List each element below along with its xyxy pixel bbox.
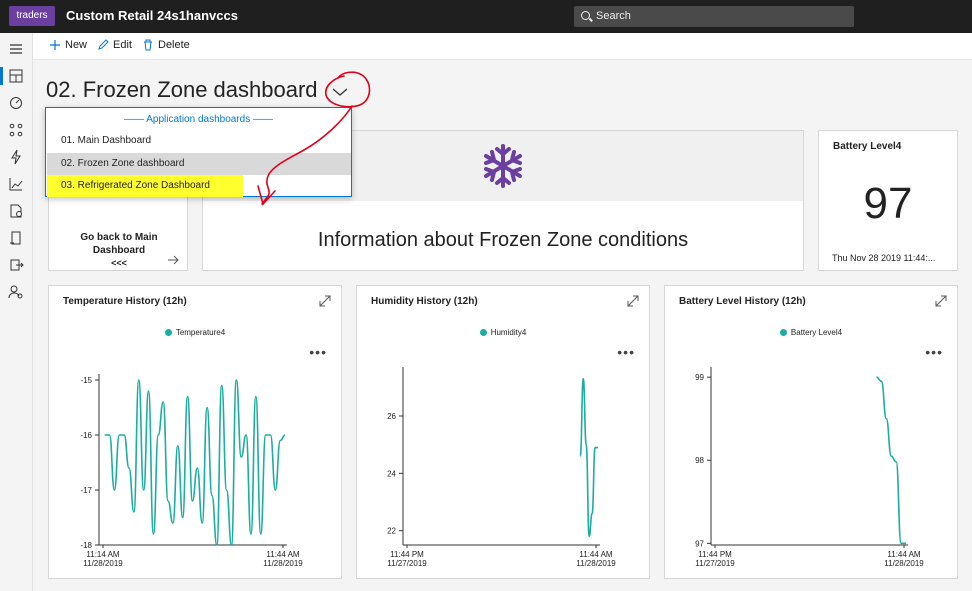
x-tick-label: 11:14 AM [86,550,120,559]
delete-button[interactable]: Delete [142,39,190,51]
rules-icon[interactable] [8,149,24,165]
x-tick-label: 11:44 PM [698,550,732,559]
left-nav-rail [0,33,33,591]
device-groups-icon[interactable] [8,122,24,138]
temperature-chart-tile[interactable]: Temperature History (12h) Temperature4 •… [48,285,342,579]
dashboard-dropdown: —— Application dashboards —— 01. Main Da… [45,107,352,197]
battery-kpi-tile[interactable]: Battery Level4 97 Thu Nov 28 2019 11:44:… [818,130,958,271]
command-bar: New Edit Delete [33,33,972,60]
x-tick-label: 11/28/2019 [884,559,924,568]
series-line [579,377,599,538]
battery-kpi-title: Battery Level4 [833,141,902,152]
go-back-tile[interactable]: Go back to Main Dashboard <<< [48,188,188,271]
x-tick-label: 11/28/2019 [263,559,303,568]
delete-label: Delete [158,39,190,51]
x-tick-label: 11:44 AM [887,550,921,559]
x-tick-label: 11:44 AM [579,550,613,559]
go-back-label: Go back to Main Dashboard [80,232,158,256]
info-text: Information about Frozen Zone conditions [317,229,689,251]
administration-icon[interactable] [8,284,24,300]
app-logo[interactable]: traders [9,6,55,26]
analytics-icon[interactable] [8,176,24,192]
search-icon [581,11,590,20]
edit-label: Edit [113,39,132,51]
y-tick-label: -17 [80,486,92,495]
data-export-icon[interactable] [8,257,24,273]
x-tick-label: 11/28/2019 [83,559,123,568]
x-tick-label: 11:44 AM [266,550,300,559]
x-tick-label: 11/27/2019 [387,559,427,568]
dropdown-item-refrigerated-zone[interactable]: 03. Refrigerated Zone Dashboard [47,175,243,197]
arrow-right-icon [168,255,179,265]
trash-icon [144,39,152,51]
y-tick-label: 97 [695,539,704,548]
jobs-icon[interactable] [8,203,24,219]
series-line [104,379,286,546]
edit-button[interactable]: Edit [97,39,132,51]
y-tick-label: 26 [387,412,396,421]
search-placeholder: Search [596,10,631,22]
pencil-icon [98,39,109,50]
y-tick-label: -15 [80,376,92,385]
humidity-chart-tile[interactable]: Humidity History (12h) Humidity4 ••• 22 2… [356,285,650,579]
y-tick-label: 99 [695,373,704,382]
temperature-plot: -15-16-17-1811:14 AM11/28/201911:44 AM11… [80,374,303,568]
y-tick-label: 24 [387,469,396,478]
search-input[interactable]: Search [574,6,854,27]
battery-chart-tile[interactable]: Battery Level History (12h) Battery Leve… [664,285,958,579]
battery-plot: 99 98 97 11:44 PM11/27/2019 11:44 AM11/28/20… [695,367,924,568]
dashboard-icon[interactable] [8,68,24,84]
dropdown-group-header: —— Application dashboards —— [124,114,273,125]
x-tick-label: 11:44 PM [390,550,424,559]
y-tick-label: 98 [695,456,704,465]
x-tick-label: 11/28/2019 [576,559,616,568]
new-button[interactable]: New [49,39,87,51]
y-tick-label: 22 [387,527,396,536]
app-title: Custom Retail 24s1hanvccs [66,8,238,23]
snowflake-icon [484,144,522,188]
devices-icon[interactable] [8,95,24,111]
battery-kpi-timestamp: Thu Nov 28 2019 11:44:... [832,253,936,263]
new-label: New [65,39,88,51]
x-tick-label: 11/27/2019 [695,559,735,568]
dropdown-item-frozen-zone[interactable]: 02. Frozen Zone dashboard [47,153,351,175]
templates-icon[interactable] [8,230,24,246]
dropdown-item-main-dashboard[interactable]: 01. Main Dashboard [47,130,351,152]
top-bar: traders Custom Retail 24s1hanvccs Search [0,0,972,33]
y-tick-label: -16 [80,431,92,440]
menu-icon[interactable] [8,41,24,57]
humidity-plot: 22 24 26 11:44 PM11/27/2019 11:44 AM11/28/20… [387,367,616,568]
chevron-down-icon[interactable] [328,82,352,102]
active-indicator [0,67,3,85]
y-tick-label: -18 [80,541,92,550]
series-line [876,376,907,545]
battery-kpi-value: 97 [863,179,913,228]
plus-icon [50,40,60,50]
page-title: 02. Frozen Zone dashboard [46,77,318,102]
